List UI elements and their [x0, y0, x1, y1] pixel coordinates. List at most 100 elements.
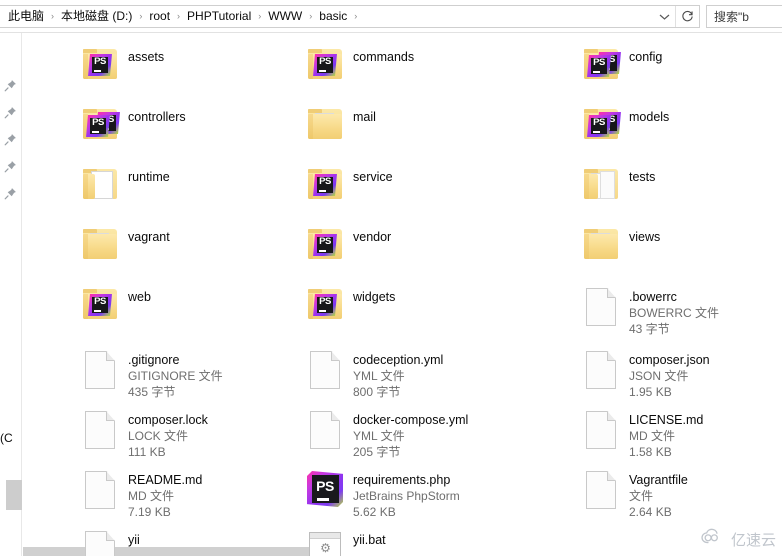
- folder-icon: [584, 169, 620, 201]
- list-item-text: yii.bat: [353, 526, 386, 548]
- file-icon: [85, 411, 115, 449]
- list-item[interactable]: codeception.yml YML 文件 800 字节: [303, 346, 443, 400]
- breadcrumb-separator-icon[interactable]: ›: [134, 6, 147, 27]
- list-item[interactable]: .gitignore GITIGNORE 文件 435 字节: [78, 346, 223, 400]
- list-item[interactable]: composer.lock LOCK 文件 111 KB: [78, 406, 208, 460]
- file-icon: [85, 531, 115, 556]
- file-icon: [586, 411, 616, 449]
- list-item-name: mail: [353, 110, 376, 124]
- list-item-icon: [579, 346, 621, 392]
- phpstorm-badge-icon: PS: [313, 294, 337, 316]
- list-item[interactable]: PSPS config: [579, 43, 662, 89]
- breadcrumb-separator-icon[interactable]: ›: [304, 6, 317, 27]
- breadcrumb-item[interactable]: 本地磁盘 (D:): [59, 6, 134, 27]
- list-item-name: yii.bat: [353, 533, 386, 547]
- list-item-icon: [579, 466, 621, 512]
- address-bar-controls: [653, 6, 699, 27]
- list-item[interactable]: docker-compose.yml YML 文件 205 字节: [303, 406, 468, 460]
- pin-icon[interactable]: [4, 160, 17, 173]
- list-item-text: config: [629, 43, 662, 65]
- list-item[interactable]: Vagrantfile 文件 2.64 KB: [579, 466, 688, 520]
- pin-icon[interactable]: [4, 187, 17, 200]
- list-item-icon: PS: [303, 223, 345, 269]
- list-item-name: vagrant: [128, 230, 170, 244]
- breadcrumb-item[interactable]: WWW: [266, 6, 304, 27]
- list-item-text: Vagrantfile 文件 2.64 KB: [629, 466, 688, 520]
- list-item[interactable]: README.md MD 文件 7.19 KB: [78, 466, 202, 520]
- list-item-name: docker-compose.yml: [353, 413, 469, 427]
- list-item[interactable]: PSPS controllers: [78, 103, 186, 149]
- breadcrumb-item[interactable]: 此电脑: [6, 6, 46, 27]
- list-item[interactable]: PSPS models: [579, 103, 669, 149]
- list-item[interactable]: PS requirements.php JetBrains PhpStorm 5.62…: [303, 466, 460, 520]
- list-item-icon: PS: [303, 283, 345, 329]
- list-item-name: views: [629, 230, 661, 244]
- pin-icon[interactable]: [4, 106, 17, 119]
- list-item-name: assets: [128, 50, 165, 64]
- list-item-size: 7.19 KB: [128, 505, 171, 519]
- list-item-name: composer.json: [629, 353, 710, 367]
- address-bar: 此电脑 › 本地磁盘 (D:) › root › PHPTutorial › WWW › basic…: [0, 0, 782, 33]
- folder-icon: [584, 229, 620, 261]
- list-item[interactable]: PS widgets: [303, 283, 395, 329]
- list-item[interactable]: PS commands: [303, 43, 414, 89]
- list-item-text: controllers: [128, 103, 186, 125]
- watermark-text: 亿速云: [730, 530, 776, 549]
- list-item-text: codeception.yml YML 文件 800 字节: [353, 346, 443, 400]
- phpstorm-file-icon: PS: [307, 471, 343, 507]
- list-item[interactable]: PS service: [303, 163, 393, 209]
- list-item[interactable]: tests: [579, 163, 655, 209]
- list-item-size: 111 KB: [128, 445, 166, 459]
- list-item[interactable]: runtime: [78, 163, 170, 209]
- list-item-text: models: [629, 103, 669, 125]
- list-item-icon: [303, 346, 345, 392]
- address-path-box[interactable]: 此电脑 › 本地磁盘 (D:) › root › PHPTutorial › WWW › basic…: [0, 5, 700, 28]
- list-item-text: LICENSE.md MD 文件 1.58 KB: [629, 406, 703, 460]
- pin-icon[interactable]: [4, 79, 17, 92]
- list-item-name: README.md: [128, 473, 203, 487]
- list-item-name: models: [629, 110, 670, 124]
- file-list: PSassetsPScommandsPSPSconfigPSPScontroll…: [23, 33, 782, 556]
- breadcrumb-separator-icon[interactable]: ›: [253, 6, 266, 27]
- breadcrumb-item[interactable]: PHPTutorial: [185, 6, 253, 27]
- list-item[interactable]: PS assets: [78, 43, 164, 89]
- list-item[interactable]: vagrant: [78, 223, 170, 269]
- pin-icon[interactable]: [4, 133, 17, 146]
- list-item-name: codeception.yml: [353, 353, 444, 367]
- list-item-icon: [303, 406, 345, 452]
- list-item-icon: ⚙: [303, 526, 345, 556]
- chevron-down-icon[interactable]: [653, 6, 675, 27]
- list-item[interactable]: PS vendor: [303, 223, 391, 269]
- breadcrumb-separator-icon[interactable]: ›: [172, 6, 185, 27]
- folder-icon: [83, 229, 119, 261]
- list-item[interactable]: views: [579, 223, 660, 269]
- breadcrumb-separator-icon[interactable]: ›: [46, 6, 59, 27]
- file-explorer-window: 此电脑 › 本地磁盘 (D:) › root › PHPTutorial › WWW › basic…: [0, 0, 782, 556]
- list-item-text: composer.lock LOCK 文件 111 KB: [128, 406, 208, 460]
- list-item[interactable]: .bowerrc BOWERRC 文件 43 字节: [579, 283, 719, 337]
- breadcrumb-separator-icon[interactable]: ›: [349, 6, 362, 27]
- list-item-name: LICENSE.md: [629, 413, 704, 427]
- list-item[interactable]: PS web: [78, 283, 151, 329]
- list-item-text: tests: [629, 163, 655, 185]
- horizontal-scrollbar[interactable]: [23, 547, 333, 556]
- list-item-icon: [78, 223, 120, 269]
- breadcrumb-item[interactable]: basic: [317, 6, 349, 27]
- batch-file-icon: ⚙: [309, 532, 341, 556]
- navpane-scrollbar-thumb[interactable]: [6, 480, 22, 510]
- list-item-type: LOCK 文件: [128, 429, 189, 443]
- list-item[interactable]: yii: [78, 526, 140, 556]
- breadcrumb-item[interactable]: root: [147, 6, 172, 27]
- navigation-pane: (C: [0, 33, 22, 556]
- list-item[interactable]: composer.json JSON 文件 1.95 KB: [579, 346, 710, 400]
- list-item[interactable]: ⚙ yii.bat: [303, 526, 386, 556]
- list-item[interactable]: mail: [303, 103, 376, 149]
- search-input[interactable]: 搜索"b: [706, 5, 782, 28]
- list-item-text: views: [629, 223, 660, 245]
- list-item-type: 文件: [629, 489, 654, 503]
- list-item-text: .gitignore GITIGNORE 文件 435 字节: [128, 346, 223, 400]
- list-item-type: JetBrains PhpStorm: [353, 489, 460, 503]
- list-item-name: composer.lock: [128, 413, 208, 427]
- list-item[interactable]: LICENSE.md MD 文件 1.58 KB: [579, 406, 703, 460]
- refresh-icon[interactable]: [675, 6, 699, 27]
